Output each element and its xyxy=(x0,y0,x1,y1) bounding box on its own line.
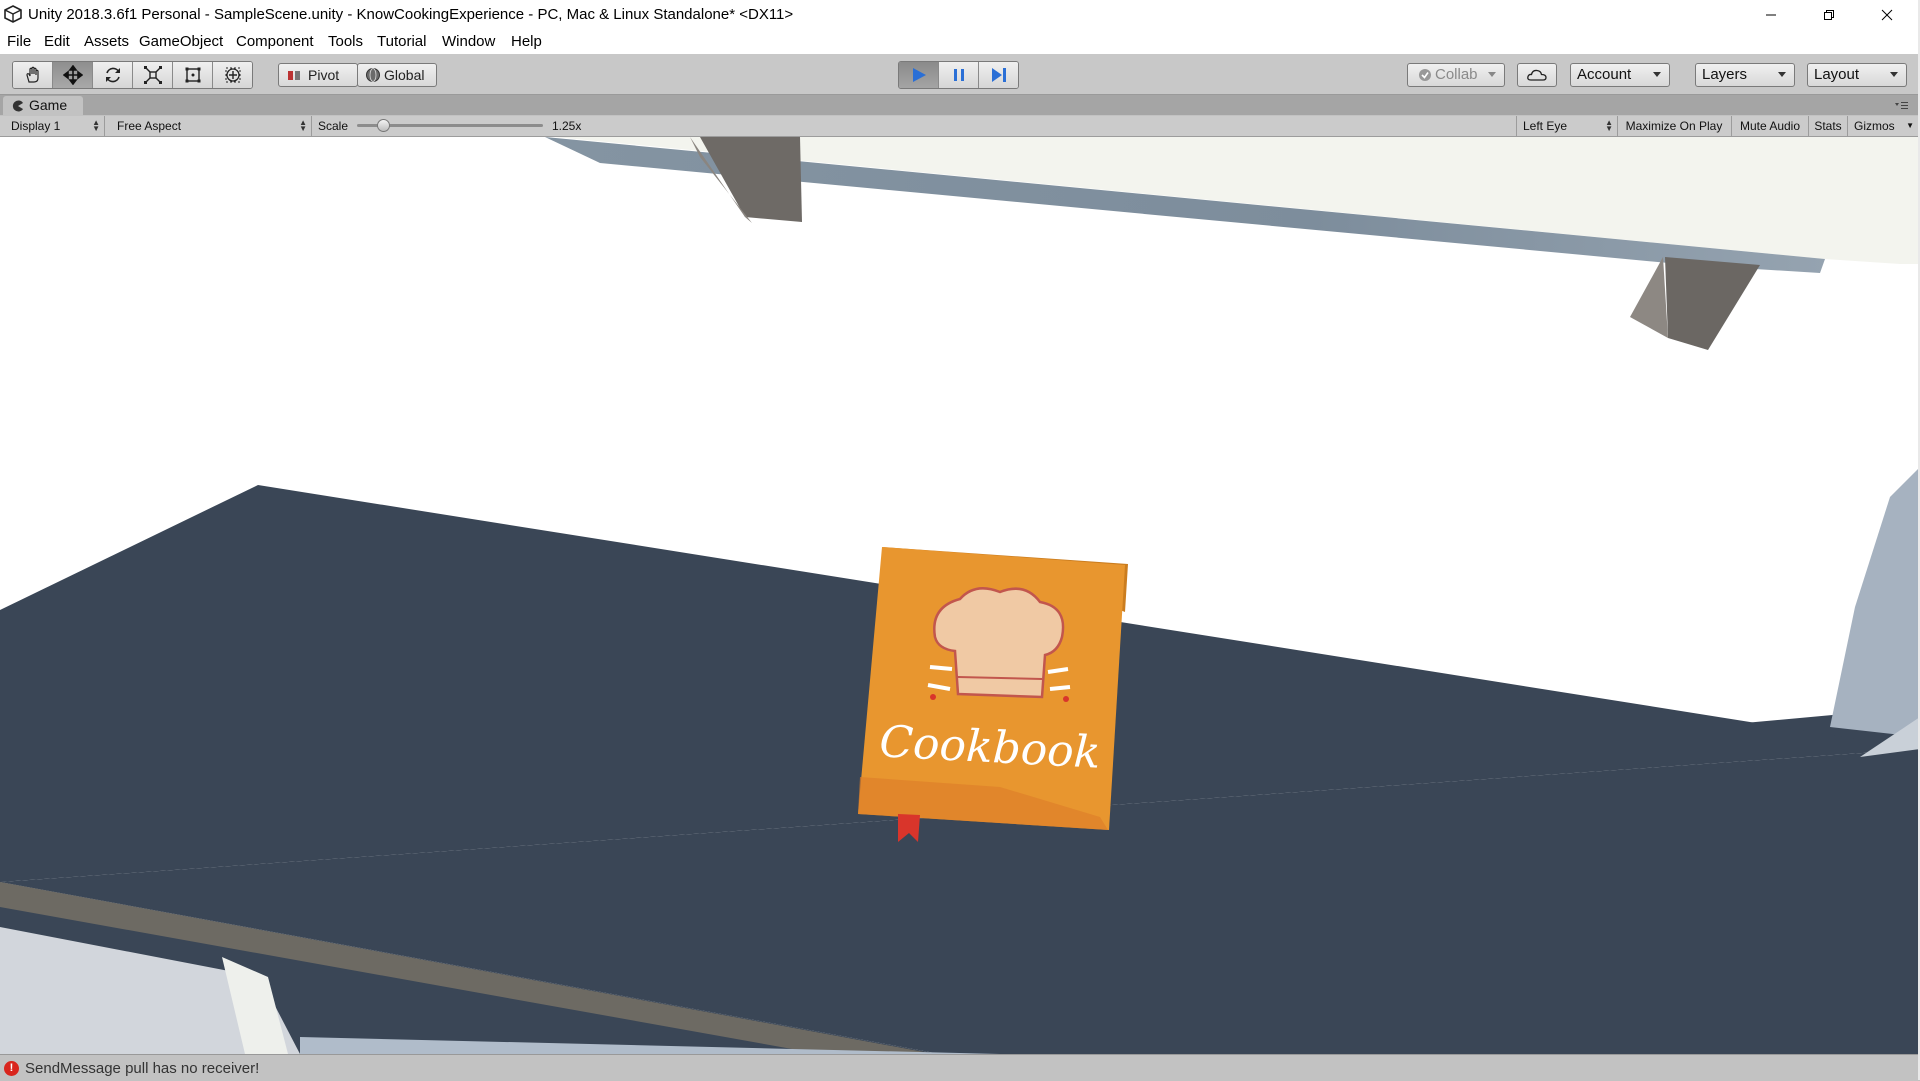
minimize-icon xyxy=(1766,14,1776,16)
maximize-on-play-toggle[interactable]: Maximize On Play xyxy=(1617,116,1732,136)
gizmos-dropdown[interactable]: Gizmos ▼ xyxy=(1848,116,1918,136)
gizmos-label: Gizmos xyxy=(1854,119,1895,133)
eye-label: Left Eye xyxy=(1523,119,1568,133)
collab-dropdown[interactable]: Collab xyxy=(1407,63,1505,87)
restore-button[interactable] xyxy=(1800,0,1858,30)
eye-select[interactable]: Left Eye ▲ ▼ xyxy=(1516,116,1618,136)
rotate-icon xyxy=(105,67,120,83)
rect-tool-icon xyxy=(185,67,200,83)
minimize-button[interactable] xyxy=(1742,0,1800,30)
hand-icon xyxy=(25,66,39,83)
collab-label: Collab xyxy=(1435,66,1478,83)
layout-label: Layout xyxy=(1814,66,1860,83)
panel-tab-row: Game xyxy=(0,95,1920,115)
stats-label: Stats xyxy=(1814,119,1842,133)
layout-dropdown[interactable]: Layout xyxy=(1807,63,1907,87)
window-title: Unity 2018.3.6f1 Personal - SampleScene.… xyxy=(28,6,794,23)
menu-tutorial[interactable]: Tutorial xyxy=(377,33,426,50)
stats-toggle[interactable]: Stats xyxy=(1809,116,1848,136)
menu-tools[interactable]: Tools xyxy=(328,33,363,50)
scale-slider[interactable] xyxy=(357,119,543,132)
chevron-down-icon xyxy=(1778,72,1786,77)
main-toolbar: Pivot Global Collab Account Layers Layou… xyxy=(0,54,1920,95)
transform-tool-icon xyxy=(225,67,240,83)
chevron-down-icon xyxy=(1890,72,1898,77)
panel-menu-icon[interactable] xyxy=(1895,101,1909,111)
global-toggle[interactable]: Global xyxy=(357,63,437,87)
close-icon xyxy=(1881,9,1893,21)
menu-assets[interactable]: Assets xyxy=(84,33,129,50)
cookbook[interactable]: Cookbook xyxy=(858,547,1128,842)
transform-tool-button[interactable] xyxy=(213,62,252,88)
status-bar[interactable]: ! SendMessage pull has no receiver! xyxy=(0,1054,1920,1081)
move-icon xyxy=(62,65,83,85)
scale-value: 1.25x xyxy=(552,119,582,133)
transform-tools xyxy=(12,61,253,89)
title-bar: Unity 2018.3.6f1 Personal - SampleScene.… xyxy=(0,0,1920,30)
status-message: SendMessage pull has no receiver! xyxy=(25,1060,260,1077)
chevron-down-icon xyxy=(1653,72,1661,77)
cloud-button[interactable] xyxy=(1517,63,1557,87)
step-icon xyxy=(991,68,1006,82)
aspect-label: Free Aspect xyxy=(117,119,182,133)
step-button[interactable] xyxy=(979,62,1018,88)
restore-icon xyxy=(1824,10,1834,20)
play-button[interactable] xyxy=(899,62,939,88)
account-label: Account xyxy=(1577,66,1632,83)
close-button[interactable] xyxy=(1858,0,1916,30)
layers-label: Layers xyxy=(1702,66,1748,83)
menu-bar: File Edit Assets GameObject Component To… xyxy=(0,30,1920,54)
pivot-label: Pivot xyxy=(308,67,340,83)
globe-icon xyxy=(366,68,380,82)
updown-arrows-icon: ▲ ▼ xyxy=(299,118,307,133)
global-label: Global xyxy=(384,67,425,83)
menu-help[interactable]: Help xyxy=(511,33,542,50)
check-icon xyxy=(1419,69,1431,81)
aspect-select[interactable]: Free Aspect ▲ ▼ xyxy=(111,116,312,136)
game-viewport[interactable]: Cookbook xyxy=(0,137,1920,1054)
display-select[interactable]: Display 1 ▲ ▼ xyxy=(0,116,105,136)
tab-game[interactable]: Game xyxy=(3,96,83,115)
hand-tool-button[interactable] xyxy=(13,62,53,88)
mute-audio-toggle[interactable]: Mute Audio xyxy=(1732,116,1809,136)
layers-dropdown[interactable]: Layers xyxy=(1695,63,1795,87)
scale-icon xyxy=(143,66,162,84)
rotate-tool-button[interactable] xyxy=(93,62,133,88)
unity-logo-icon xyxy=(4,5,22,23)
chevron-down-icon: ▼ xyxy=(1906,121,1914,130)
tab-game-label: Game xyxy=(29,97,68,113)
pivot-icon xyxy=(288,71,300,80)
move-tool-button[interactable] xyxy=(53,62,93,88)
maximize-on-play-label: Maximize On Play xyxy=(1625,119,1723,133)
game-view-toolbar: Display 1 ▲ ▼ Free Aspect ▲ ▼ Scale 1.25x … xyxy=(0,116,1920,137)
menu-file[interactable]: File xyxy=(7,33,31,50)
pivot-toggle[interactable]: Pivot xyxy=(278,63,358,87)
scale-label: Scale xyxy=(318,119,349,133)
menu-window[interactable]: Window xyxy=(442,33,495,50)
pause-icon xyxy=(953,69,964,81)
error-icon: ! xyxy=(4,1061,19,1076)
chevron-down-icon xyxy=(1488,72,1496,77)
account-dropdown[interactable]: Account xyxy=(1570,63,1670,87)
menu-gameobject[interactable]: GameObject xyxy=(139,33,223,50)
scale-slider-thumb[interactable] xyxy=(377,119,391,132)
updown-arrows-icon: ▲ ▼ xyxy=(92,118,100,133)
play-controls xyxy=(898,61,1019,89)
scene-render: Cookbook xyxy=(0,137,1920,1054)
pacman-icon xyxy=(12,100,23,112)
pause-button[interactable] xyxy=(939,62,979,88)
cloud-icon xyxy=(1527,69,1547,81)
play-icon xyxy=(912,68,926,82)
rect-tool-button[interactable] xyxy=(173,62,213,88)
menu-edit[interactable]: Edit xyxy=(44,33,70,50)
updown-arrows-icon: ▲ ▼ xyxy=(1605,118,1613,133)
display-label: Display 1 xyxy=(11,119,61,133)
menu-component[interactable]: Component xyxy=(236,33,314,50)
scale-tool-button[interactable] xyxy=(133,62,173,88)
mute-audio-label: Mute Audio xyxy=(1739,119,1801,133)
